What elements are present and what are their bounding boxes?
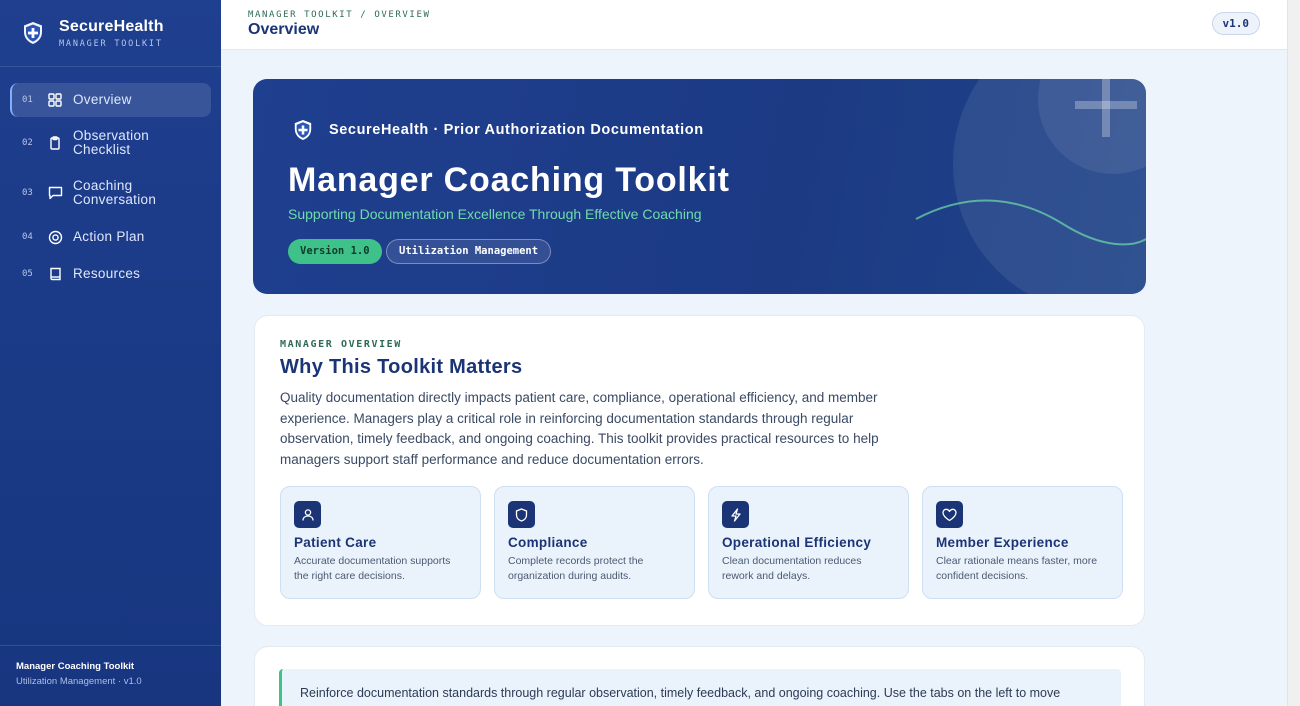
breadcrumb: MANAGER TOOLKIT / OVERVIEW xyxy=(248,10,431,20)
feature-text: Clear rationale means faster, more confi… xyxy=(936,555,1098,582)
hero-brand-text: SecureHealth · Prior Authorization Docum… xyxy=(329,122,704,138)
sidebar-item-observation-checklist[interactable]: 02 Observation Checklist xyxy=(10,117,211,169)
brand-subtitle: MANAGER TOOLKIT xyxy=(59,38,163,49)
sidebar-item-resources[interactable]: 05 Resources xyxy=(10,257,211,291)
scrollbar[interactable] xyxy=(1287,0,1300,706)
shield-icon xyxy=(508,501,535,528)
feature-card-compliance: Compliance Complete records protect the … xyxy=(494,486,695,599)
feature-card-patient-care: Patient Care Accurate documentation supp… xyxy=(280,486,481,599)
department-chip: Utilization Management xyxy=(386,239,552,264)
page-title: Overview xyxy=(248,21,320,38)
sidebar: SecureHealth MANAGER TOOLKIT 01 Overview… xyxy=(0,0,221,706)
tip-card: Reinforce documentation standards throug… xyxy=(254,646,1145,706)
chat-icon xyxy=(47,185,63,201)
hero-title: Manager Coaching Toolkit xyxy=(288,161,730,199)
tip-callout: Reinforce documentation standards throug… xyxy=(279,669,1121,706)
footer-subtitle: Utilization Management · v1.0 xyxy=(16,676,142,687)
brand-name: SecureHealth xyxy=(59,17,164,35)
nav-label: Overview xyxy=(73,92,132,107)
sidebar-item-coaching-conversation[interactable]: 03 Coaching Conversation xyxy=(10,169,211,217)
section-body: Quality documentation directly impacts p… xyxy=(280,390,879,467)
footer-title: Manager Coaching Toolkit xyxy=(16,661,135,672)
hero-subtitle: Supporting Documentation Excellence Thro… xyxy=(288,206,702,222)
version-badge: v1.0 xyxy=(1211,12,1260,35)
feature-title: Compliance xyxy=(508,535,588,550)
hero-banner: SecureHealth · Prior Authorization Docum… xyxy=(253,79,1146,294)
user-icon xyxy=(294,501,321,528)
heart-icon xyxy=(936,501,963,528)
feature-list: Patient Care Accurate documentation supp… xyxy=(280,486,1123,599)
shield-plus-icon xyxy=(24,22,42,44)
nav-label: Action Plan xyxy=(73,229,145,244)
feature-title: Operational Efficiency xyxy=(722,535,872,550)
nav-label: Resources xyxy=(73,266,141,281)
nav-label: Coaching Conversation xyxy=(73,178,157,207)
nav-number: 01 xyxy=(22,95,33,105)
feature-card-operational-efficiency: Operational Efficiency Clean documentati… xyxy=(708,486,909,599)
sidebar-item-action-plan[interactable]: 04 Action Plan xyxy=(10,217,211,257)
target-icon xyxy=(47,229,63,245)
section-title: Why This Toolkit Matters xyxy=(280,356,523,378)
feature-text: Accurate documentation supports the righ… xyxy=(294,555,451,582)
bolt-icon xyxy=(722,501,749,528)
feature-text: Clean documentation reduces rework and d… xyxy=(722,555,862,582)
version-chip: Version 1.0 xyxy=(288,239,382,264)
hero-brand-line: SecureHealth · Prior Authorization Docum… xyxy=(293,119,704,141)
topbar: MANAGER TOOLKIT / OVERVIEW Overview v1.0 xyxy=(221,0,1287,50)
nav-number: 02 xyxy=(22,138,33,148)
grid-icon xyxy=(47,92,63,108)
feature-card-member-experience: Member Experience Clear rationale means … xyxy=(922,486,1123,599)
book-icon xyxy=(47,266,63,282)
feature-title: Member Experience xyxy=(936,535,1069,550)
overview-card: MANAGER OVERVIEW Why This Toolkit Matter… xyxy=(254,315,1145,626)
sidebar-footer: Manager Coaching Toolkit Utilization Man… xyxy=(0,645,221,706)
brand[interactable]: SecureHealth MANAGER TOOLKIT xyxy=(0,0,221,67)
feature-title: Patient Care xyxy=(294,535,377,550)
shield-plus-icon xyxy=(294,120,312,140)
nav-label: Observation Checklist xyxy=(73,128,150,157)
sidebar-item-overview[interactable]: 01 Overview xyxy=(10,83,211,117)
clipboard-icon xyxy=(47,135,63,151)
sidebar-nav: 01 Overview 02 Observation Checklist 03 … xyxy=(0,67,221,291)
nav-number: 04 xyxy=(22,232,33,242)
feature-text: Complete records protect the organizatio… xyxy=(508,555,644,582)
nav-number: 03 xyxy=(22,188,33,198)
section-eyebrow: MANAGER OVERVIEW xyxy=(280,339,402,350)
nav-number: 05 xyxy=(22,269,33,279)
